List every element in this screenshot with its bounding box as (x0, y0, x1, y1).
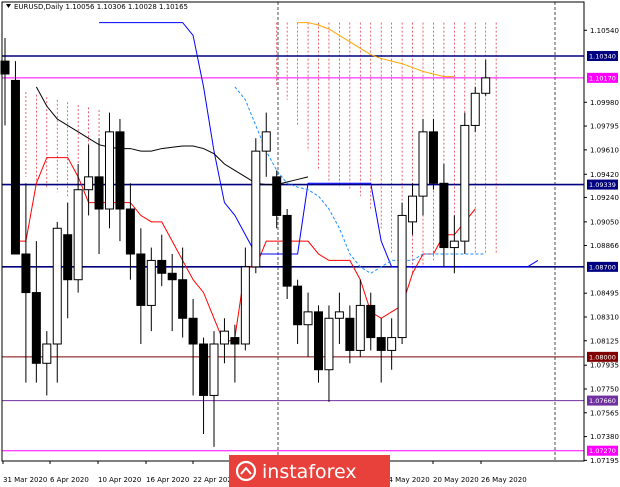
candle-body (21, 253, 31, 294)
senkou-a-line (297, 22, 455, 78)
y-tick-label: 1.09050 (590, 218, 619, 226)
candle-body (366, 304, 376, 339)
candle-body (178, 279, 188, 319)
x-tick-label: 14 May 2020 (384, 476, 430, 484)
y-tick-label: 1.07195 (590, 457, 619, 465)
watermark-text: instaforex (262, 461, 357, 483)
candle-body (460, 124, 470, 242)
candle-body (272, 176, 282, 216)
level-tag-label: 1.10170 (589, 74, 616, 82)
y-tick-label: 1.08125 (590, 337, 619, 345)
candle-body (188, 317, 198, 345)
candle-body (125, 208, 135, 255)
candle-body (42, 343, 52, 364)
candle-body (167, 272, 177, 281)
candle-body (230, 337, 240, 345)
candle-body (376, 337, 386, 351)
level-tag-label: 1.07660 (589, 397, 616, 405)
y-tick-label: 1.07750 (590, 386, 619, 394)
level-tag-label: 1.10340 (589, 53, 616, 61)
candle-body (439, 182, 449, 249)
x-tick-label: 20 May 2020 (433, 476, 479, 484)
candle-body (240, 266, 250, 345)
candle-body (293, 285, 303, 326)
candle-body (470, 92, 480, 126)
level-tags: 1.10340 1.10170 1.09339 1.08700 1.08000 1.076… (587, 51, 618, 456)
vertical-separators (277, 2, 556, 461)
candle-body (31, 292, 41, 364)
chart-root: 1.10540 1.09980 1.09795 1.09610 1.09420 1.092… (0, 0, 620, 487)
y-tick-label: 1.09420 (590, 171, 619, 179)
y-tick-label: 1.08310 (590, 314, 619, 322)
candle-body (303, 311, 313, 326)
x-tick-label: 10 Apr 2020 (98, 476, 141, 484)
candle-body (481, 77, 491, 94)
y-tick-label: 1.10540 (590, 27, 619, 35)
level-tag-label: 1.09339 (589, 181, 616, 189)
chart-title: EURUSD,Daily 1.10056 1.10306 1.10028 1.1… (14, 3, 188, 11)
candle-body (314, 311, 323, 371)
candle-body (449, 240, 459, 249)
y-tick-label: 1.09610 (590, 146, 619, 154)
candle-body (428, 131, 438, 184)
candle-body (146, 259, 156, 306)
y-tick-label: 1.08495 (590, 290, 619, 298)
candle-body (418, 131, 428, 197)
candle-body (84, 176, 94, 191)
plot-frame (1, 1, 585, 462)
candle-body (63, 234, 73, 281)
x-tick-label: 16 Apr 2020 (146, 476, 189, 484)
watermark-logo: instaforex (229, 455, 390, 487)
y-tick-label: 1.07380 (590, 433, 619, 441)
candle-body (73, 189, 83, 281)
y-tick-label: 1.09980 (590, 99, 619, 107)
candle-body (157, 259, 167, 274)
candle-body (219, 330, 229, 345)
y-tick-label: 1.07935 (590, 362, 619, 370)
y-tick-label: 1.09240 (590, 194, 619, 202)
candle-body (387, 337, 397, 351)
level-tag-label: 1.08700 (589, 263, 616, 271)
x-tick-label: 31 Mar 2020 (3, 476, 47, 484)
candle-body (115, 131, 125, 210)
candle-body (397, 214, 407, 339)
horizontal-levels (2, 55, 584, 452)
candle-body (334, 311, 344, 319)
candle-body (251, 150, 261, 268)
x-tick-label: 26 May 2020 (481, 476, 527, 484)
level-tag-label: 1.07270 (589, 447, 616, 455)
candle-body (345, 317, 355, 351)
chart-svg: 1.10540 1.09980 1.09795 1.09610 1.09420 1.092… (0, 1, 619, 487)
x-tick-label: 6 Apr 2020 (50, 476, 89, 484)
candle-body (105, 131, 114, 210)
candle-body (199, 343, 209, 396)
y-tick-label: 1.09795 (590, 123, 619, 131)
candle-body (136, 253, 146, 306)
candle-body (324, 317, 334, 371)
y-tick-label: 1.08866 (590, 242, 619, 250)
candle-body (209, 343, 219, 396)
level-tag-label: 1.08000 (589, 353, 616, 361)
candle-body (261, 131, 271, 152)
candle-body (52, 227, 62, 345)
candle-body (282, 214, 292, 287)
candle-body (10, 79, 20, 255)
candle-body (94, 176, 104, 210)
y-tick-label: 1.07565 (590, 409, 619, 417)
chart-menu-icon[interactable] (6, 4, 11, 8)
candle-body (408, 195, 418, 223)
candle-body (355, 304, 365, 351)
